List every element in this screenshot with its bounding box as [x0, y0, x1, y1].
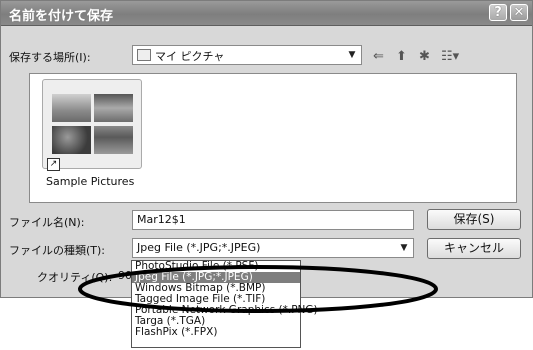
close-button[interactable]: ✕: [510, 4, 528, 21]
help-button[interactable]: ?: [489, 4, 507, 21]
chevron-down-icon[interactable]: ▼: [345, 48, 359, 62]
thumbnail-1: [52, 94, 91, 122]
up-folder-icon[interactable]: ⬆: [396, 49, 407, 64]
save-as-dialog: 名前を付けて保存 ? ✕ 保存する場所(I): マイ ピクチャ ▼ ⇐ ⬆ ✱ …: [0, 0, 533, 298]
title-bar[interactable]: 名前を付けて保存 ? ✕: [1, 1, 532, 26]
location-value: マイ ピクチャ: [155, 50, 225, 63]
filename-label: ファイル名(N):: [9, 216, 85, 229]
pictures-folder-icon: [137, 49, 151, 61]
dialog-title: 名前を付けて保存: [9, 9, 114, 24]
back-arrow-icon[interactable]: ⇐: [373, 49, 384, 64]
thumbnail-4: [94, 126, 133, 154]
cancel-button[interactable]: キャンセル: [427, 238, 521, 259]
filetype-combo[interactable]: Jpeg File (*.JPG;*.JPEG) ▼: [132, 238, 414, 258]
view-menu-icon[interactable]: ☷▾: [441, 49, 459, 64]
thumbnail-3: [52, 126, 91, 154]
file-list-pane[interactable]: ↗ Sample Pictures: [29, 73, 517, 203]
filename-value: Mar12$1: [137, 213, 186, 226]
folder-caption: Sample Pictures: [46, 175, 135, 188]
new-folder-icon[interactable]: ✱: [419, 49, 430, 64]
filetype-dropdown-list[interactable]: PhotoStudio File (*.PSF) Jpeg File (*.JPG…: [131, 260, 318, 348]
filename-input[interactable]: Mar12$1: [132, 210, 414, 230]
location-combo[interactable]: マイ ピクチャ ▼: [132, 45, 362, 65]
quality-value[interactable]: 90: [118, 269, 132, 282]
filetype-option[interactable]: FlashPix (*.FPX): [132, 327, 300, 338]
thumbnail-2: [94, 94, 133, 122]
location-label: 保存する場所(I):: [9, 51, 91, 64]
save-button[interactable]: 保存(S): [427, 209, 521, 230]
shortcut-arrow-icon: ↗: [47, 158, 60, 171]
chevron-down-icon[interactable]: ▼: [397, 241, 411, 255]
quality-label: クオリティ(Q):: [37, 271, 113, 284]
filetype-value: Jpeg File (*.JPG;*.JPEG): [137, 241, 261, 254]
sample-pictures-folder[interactable]: ↗: [42, 79, 142, 171]
filetype-label: ファイルの種類(T):: [9, 244, 106, 257]
